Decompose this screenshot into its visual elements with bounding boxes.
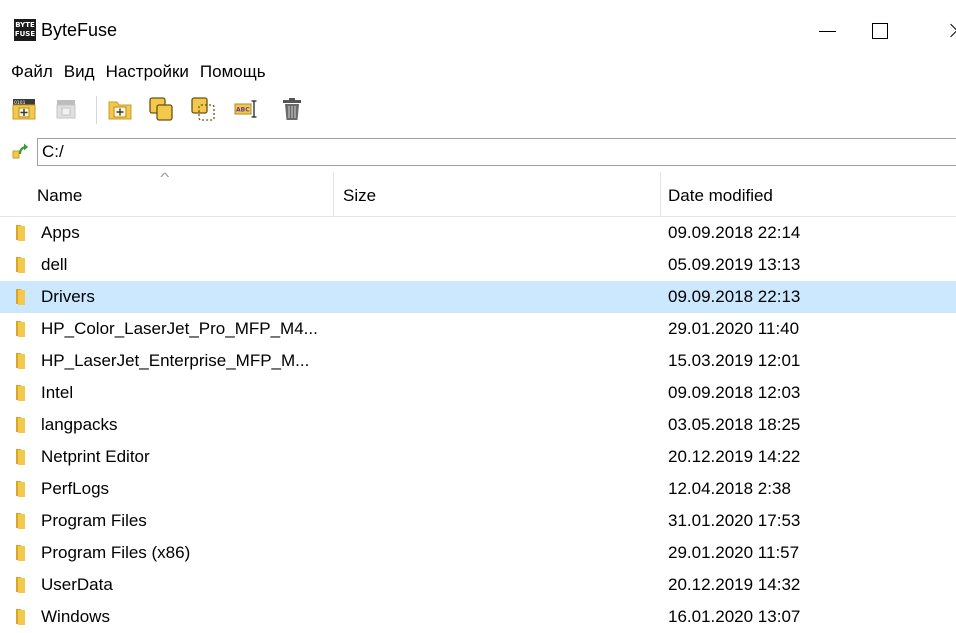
app-logo-icon: BYTE FUSE xyxy=(14,19,36,41)
table-row[interactable]: Program Files (x86) 29.01.2020 11:57 xyxy=(0,537,956,569)
file-name: Drivers xyxy=(41,287,95,306)
toolbar-separator xyxy=(96,96,97,124)
file-name: Program Files xyxy=(41,511,147,530)
column-header-size[interactable]: Size xyxy=(343,186,376,206)
table-row[interactable]: Intel 09.09.2018 12:03 xyxy=(0,377,956,409)
table-row[interactable]: langpacks 03.05.2018 18:25 xyxy=(0,409,956,441)
file-date: 31.01.2020 17:53 xyxy=(668,511,801,530)
folder-icon xyxy=(16,481,25,497)
file-name: Intel xyxy=(41,383,74,402)
folder-icon xyxy=(16,609,25,625)
file-date: 15.03.2019 12:01 xyxy=(668,351,801,370)
move-icon[interactable] xyxy=(190,96,216,122)
up-folder-icon[interactable] xyxy=(11,142,29,160)
close-button[interactable] xyxy=(930,8,956,54)
sort-ascending-icon: ^ xyxy=(160,170,170,184)
file-date: 12.04.2018 2:38 xyxy=(668,479,791,498)
file-date: 16.01.2020 13:07 xyxy=(668,607,801,626)
folder-icon xyxy=(16,321,25,337)
folder-icon xyxy=(16,513,25,529)
table-row[interactable]: Apps 09.09.2018 22:14 xyxy=(0,217,956,249)
file-name: PerfLogs xyxy=(41,479,110,498)
copy-icon[interactable] xyxy=(148,96,174,122)
file-name: HP_Color_LaserJet_Pro_MFP_M4... xyxy=(41,319,318,338)
menu-file[interactable]: Файл xyxy=(11,62,53,82)
folder-icon xyxy=(16,417,25,433)
file-date: 09.09.2018 12:03 xyxy=(668,383,801,402)
file-name: Netprint Editor xyxy=(41,447,150,466)
column-header xyxy=(0,172,956,217)
maximize-button[interactable] xyxy=(855,8,901,54)
menu-bar: Файл Вид Настройки Помощь xyxy=(0,58,956,86)
table-row[interactable]: HP_LaserJet_Enterprise_MFP_M... 15.03.20… xyxy=(0,345,956,377)
minimize-button[interactable] xyxy=(802,8,848,54)
folder-icon xyxy=(16,353,25,369)
file-date: 20.12.2019 14:22 xyxy=(668,447,801,466)
file-date: 03.05.2018 18:25 xyxy=(668,415,801,434)
file-name: Windows xyxy=(41,607,110,626)
folder-icon xyxy=(16,449,25,465)
table-row[interactable]: PerfLogs 12.04.2018 2:38 xyxy=(0,473,956,505)
file-date: 09.09.2018 22:14 xyxy=(668,223,801,242)
new-archive-icon[interactable]: 0101 xyxy=(11,96,37,122)
file-name: Apps xyxy=(41,223,80,242)
folder-icon xyxy=(16,289,25,305)
toolbar xyxy=(0,88,956,132)
file-name: UserData xyxy=(41,575,113,594)
table-row[interactable]: Program Files 31.01.2020 17:53 xyxy=(0,505,956,537)
file-date: 20.12.2019 14:32 xyxy=(668,575,801,594)
rename-icon[interactable]: ABC xyxy=(233,96,259,122)
delete-icon[interactable] xyxy=(279,96,305,122)
path-input[interactable] xyxy=(37,138,956,166)
svg-text:ABC: ABC xyxy=(236,107,250,114)
file-list: Apps 09.09.2018 22:14 dell 05.09.2019 13… xyxy=(0,217,956,633)
menu-view[interactable]: Вид xyxy=(64,62,95,82)
table-row[interactable]: UserData 20.12.2019 14:32 xyxy=(0,569,956,601)
folder-icon xyxy=(16,385,25,401)
table-row-selected[interactable]: Drivers 09.09.2018 22:13 xyxy=(0,281,956,313)
column-divider[interactable] xyxy=(660,172,661,216)
file-name: dell xyxy=(41,255,68,274)
column-divider[interactable] xyxy=(333,172,334,216)
title-bar: BYTE FUSE ByteFuse xyxy=(0,0,956,58)
menu-help[interactable]: Помощь xyxy=(200,62,266,82)
table-row[interactable]: HP_Color_LaserJet_Pro_MFP_M4... 29.01.20… xyxy=(0,313,956,345)
file-date: 29.01.2020 11:57 xyxy=(668,543,800,562)
menu-settings[interactable]: Настройки xyxy=(106,62,189,82)
table-row[interactable]: Netprint Editor 20.12.2019 14:22 xyxy=(0,441,956,473)
folder-icon xyxy=(16,545,25,561)
file-name: HP_LaserJet_Enterprise_MFP_M... xyxy=(41,351,310,370)
column-header-name[interactable]: Name xyxy=(37,186,82,206)
file-date: 09.09.2018 22:13 xyxy=(668,287,801,306)
folder-icon xyxy=(16,257,25,273)
file-name: langpacks xyxy=(41,415,118,434)
file-name: Program Files (x86) xyxy=(41,543,191,562)
folder-icon xyxy=(16,577,25,593)
table-row[interactable]: Windows 16.01.2020 13:07 xyxy=(0,601,956,633)
disabled-archive-icon xyxy=(56,100,76,119)
new-folder-icon[interactable] xyxy=(107,96,133,122)
file-date: 05.09.2019 13:13 xyxy=(668,255,801,274)
file-date: 29.01.2020 11:40 xyxy=(668,319,800,338)
window-title: ByteFuse xyxy=(41,20,118,40)
column-header-date[interactable]: Date modified xyxy=(668,186,773,206)
table-row[interactable]: dell 05.09.2019 13:13 xyxy=(0,249,956,281)
folder-icon xyxy=(16,225,25,241)
